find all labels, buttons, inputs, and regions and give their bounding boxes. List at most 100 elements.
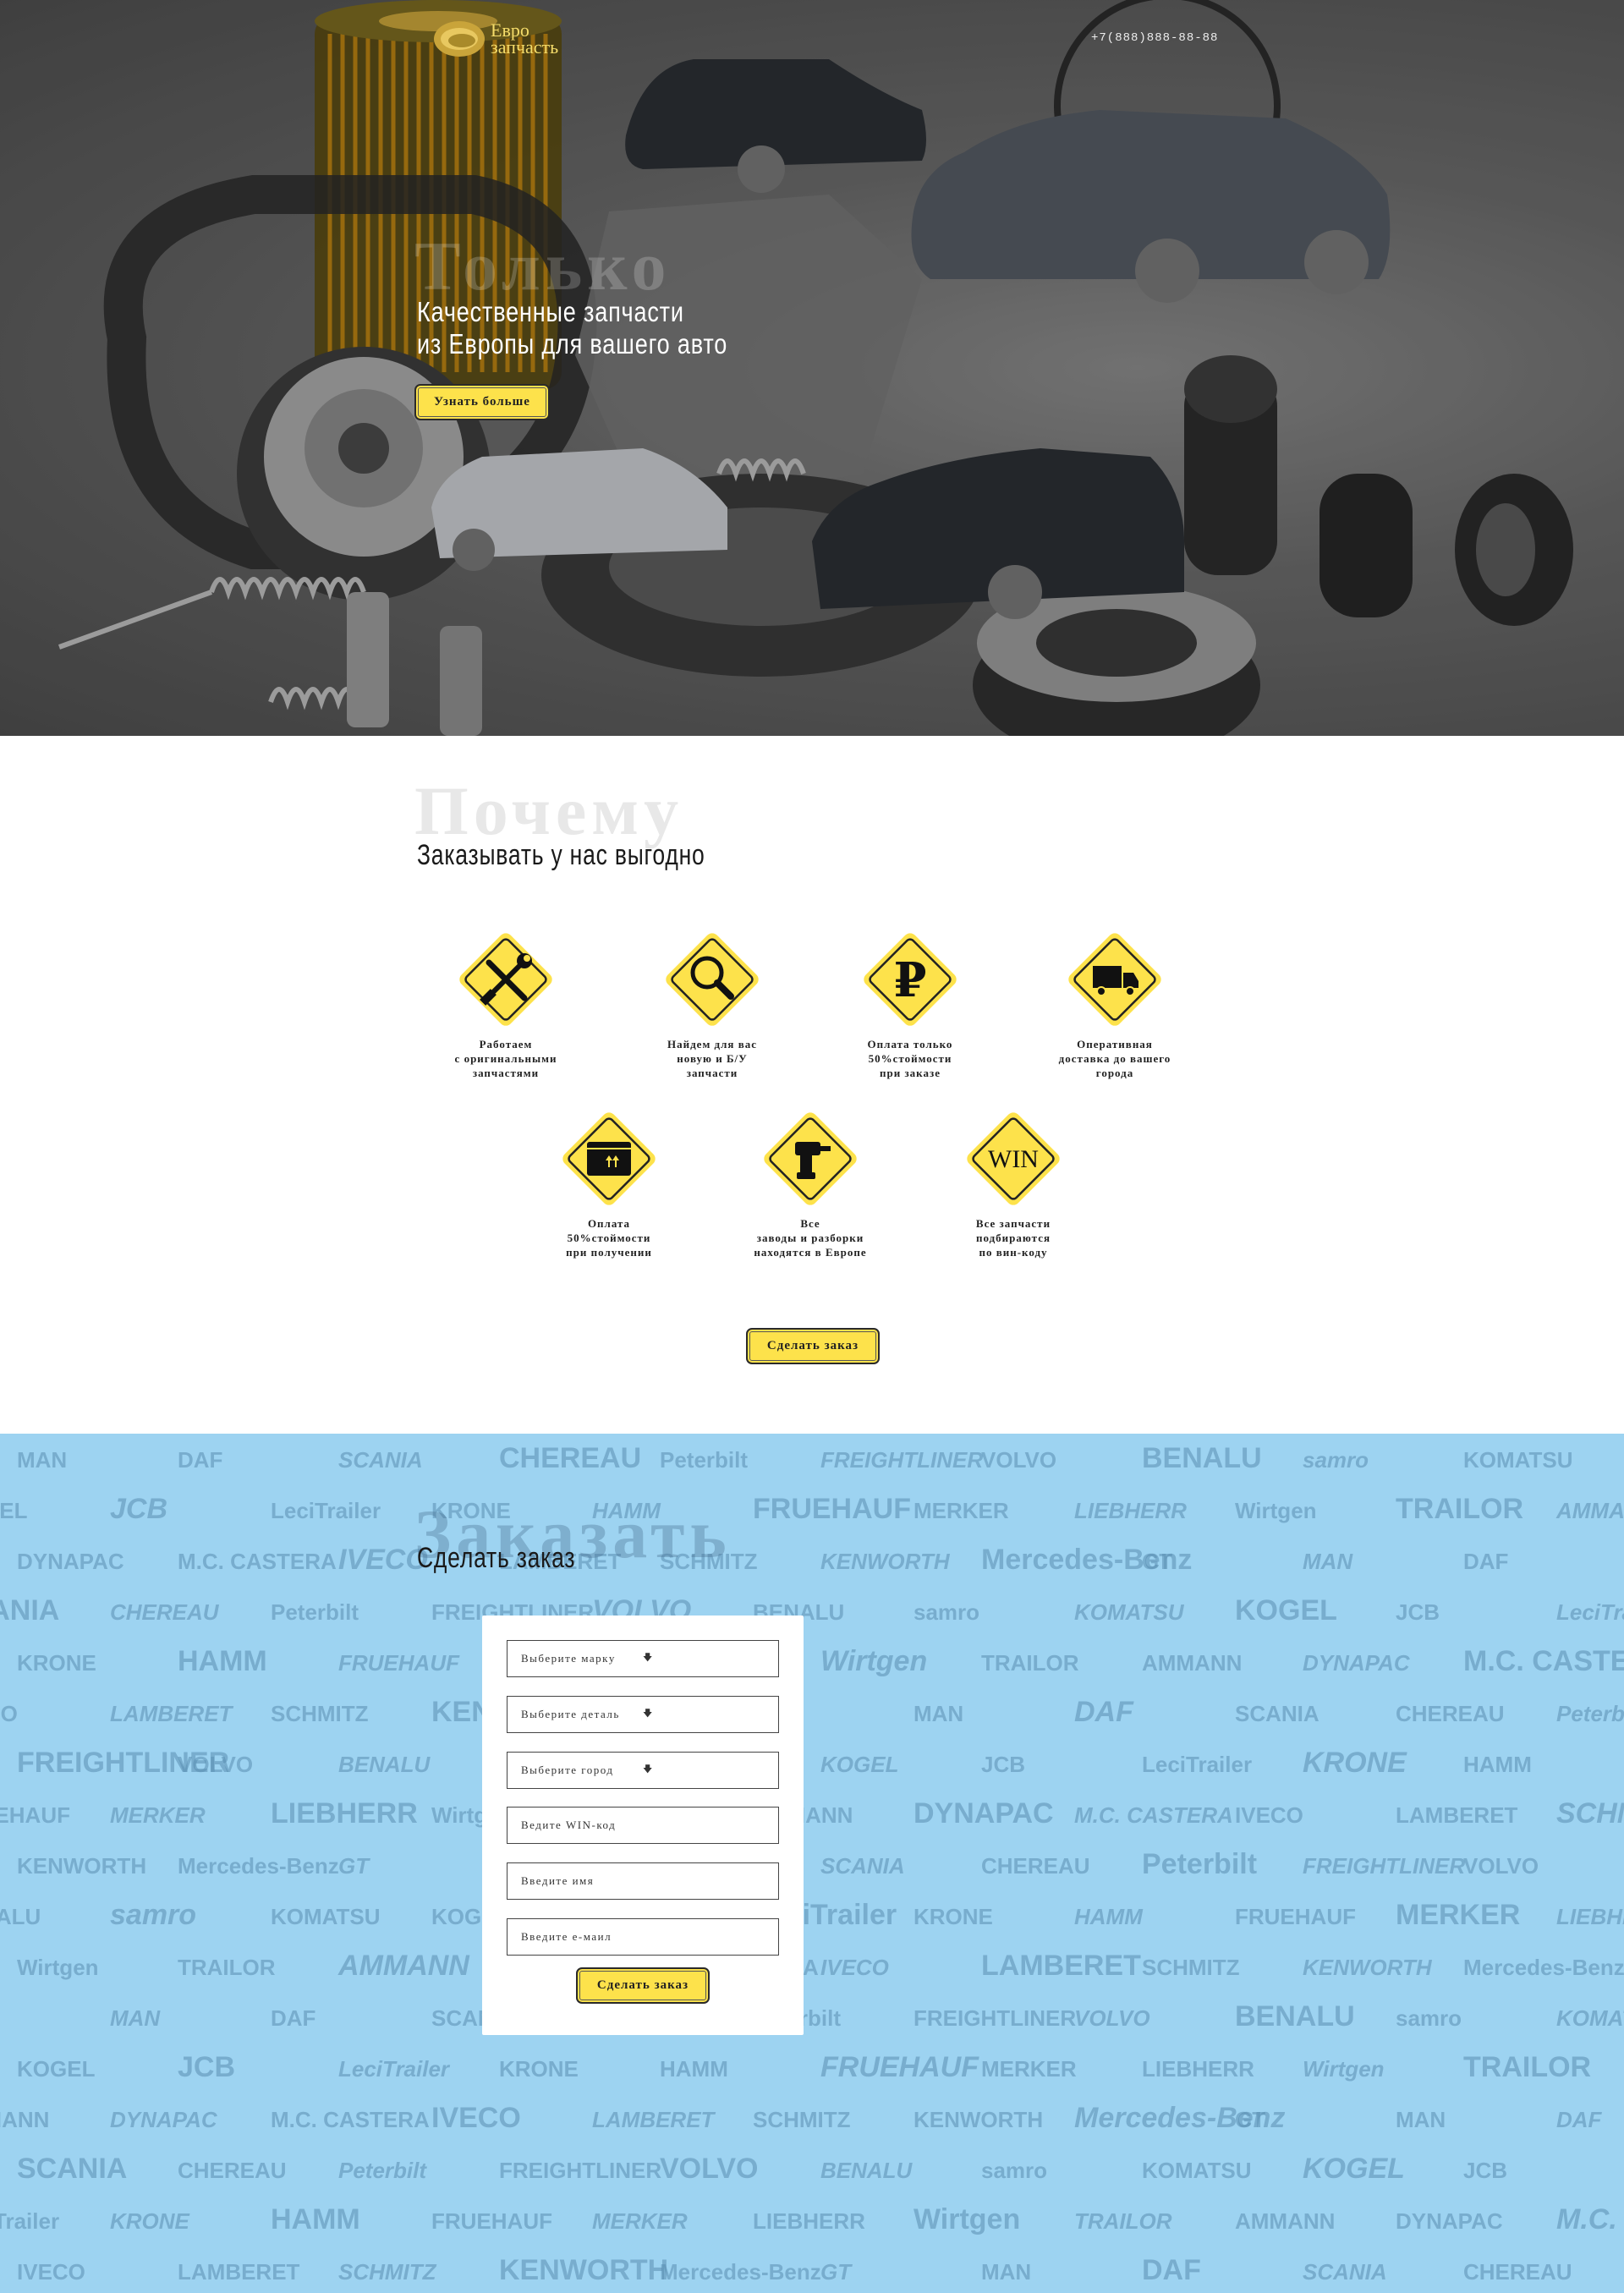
logo-text[interactable]: Евро запчасть xyxy=(491,21,559,58)
brand-logo: VOLVO xyxy=(1463,1853,1539,1879)
brand-logo: HAMM xyxy=(660,2056,728,2082)
brand-logo: MAN xyxy=(110,2005,161,2031)
ruble-icon: ₽ xyxy=(864,933,957,1026)
brand-logo: LeciTrailer xyxy=(0,2208,59,2234)
order-form: Выберите марку 🡇 Выберите деталь 🡇 Выбер… xyxy=(482,1616,804,2035)
brand-logo: SCANIA xyxy=(338,1447,423,1473)
part-select[interactable]: Выберите деталь 🡇 xyxy=(507,1696,779,1733)
brand-logo: CHEREAU xyxy=(1463,2259,1572,2285)
brand-logo: HAMM xyxy=(1463,1752,1532,1777)
brand-logo: DAF xyxy=(1074,1696,1134,1728)
drill-icon xyxy=(764,1112,857,1205)
brand-logo: TRAILOR xyxy=(1463,2051,1591,2083)
brand-logo: BENALU xyxy=(0,1904,41,1929)
tools-icon xyxy=(459,933,552,1026)
brand-logo: KOMATSU xyxy=(271,1904,381,1929)
feature-item: Работаем с оригинальными запчастями xyxy=(430,920,582,1080)
brand-logo: LAMBERET xyxy=(110,1701,234,1726)
brand-select[interactable]: Выберите марку 🡇 xyxy=(507,1640,779,1677)
brand-logo: Peterbilt xyxy=(1142,1848,1257,1880)
hero-section: Евро запчасть +7(888)888-88-88 Только Ка… xyxy=(0,0,1624,736)
city-select[interactable]: Выберите город 🡇 xyxy=(507,1752,779,1789)
make-order-button[interactable]: Сделать заказ xyxy=(746,1328,880,1364)
brand-logo: KENWORTH xyxy=(1303,1955,1433,1980)
brand-logo: LAMBERET xyxy=(178,2259,300,2285)
truck-icon xyxy=(1068,933,1161,1026)
win-icon: WIN xyxy=(967,1112,1060,1205)
brand-logo: LeciTrailer xyxy=(1556,1599,1624,1625)
phone-number[interactable]: +7(888)888-88-88 xyxy=(1091,31,1218,45)
brand-logo: HAMM xyxy=(271,2203,360,2235)
brand-logo: Wirtgen xyxy=(17,1955,99,1980)
brand-logo: SCANIA xyxy=(0,1594,59,1626)
brand-logo: M.C. CASTERA xyxy=(1556,2203,1624,2235)
arrow-down-icon: 🡇 xyxy=(643,1653,654,1663)
brand-logo: LeciTrailer xyxy=(338,2056,451,2082)
feature-caption: Оперативная доставка до вашего города xyxy=(1058,1038,1171,1079)
brand-logo: IVECO xyxy=(1235,1802,1303,1828)
brand-logo: KENWORTH xyxy=(914,2107,1043,2132)
brand-logo: Wirtgen xyxy=(1235,1498,1317,1523)
feature-item: Найдем для вас новую и Б/У запчасти xyxy=(636,920,788,1080)
brand-logo: AMMANN xyxy=(0,2107,49,2132)
brand-logo: SCHMITZ xyxy=(1142,1955,1240,1980)
feature-caption: Найдем для вас новую и Б/У запчасти xyxy=(667,1038,757,1079)
brand-logo: SCANIA xyxy=(820,1853,905,1879)
hero-ghost-word: Только xyxy=(414,228,672,304)
brand-logo: AMMANN xyxy=(1235,2208,1335,2234)
brand-logo: KRONE xyxy=(110,2208,190,2234)
order-section: MAN DAF SCANIA CHEREAU Peterbilt FREIGHTLINER… xyxy=(0,1434,1624,2293)
feature-caption: Оплата только 50%стоймости при заказе xyxy=(867,1038,953,1079)
logo-line-2: запчасть xyxy=(491,36,559,58)
brand-logo: DYNAPAC xyxy=(1396,2208,1503,2234)
win-code-input[interactable] xyxy=(507,1807,779,1844)
brand-logo: KOGEL xyxy=(0,1498,28,1523)
brand-logo: LAMBERET xyxy=(592,2107,716,2132)
brand-logo: MAN xyxy=(17,1447,67,1473)
brand-logo: SCANIA xyxy=(1303,2259,1387,2285)
brand-logos-background: MAN DAF SCANIA CHEREAU Peterbilt FREIGHTLINER… xyxy=(0,1442,1624,2286)
brand-logo: AMMANN xyxy=(337,1950,470,1982)
brand-logo: MAN xyxy=(914,1701,963,1726)
brand-logo: samro xyxy=(914,1599,979,1625)
magnifier-icon xyxy=(666,933,759,1026)
brand-logo: FREIGHTLINER xyxy=(820,1447,983,1473)
brand-logo: samro xyxy=(981,2158,1047,2183)
name-input[interactable] xyxy=(507,1862,779,1900)
brand-logo: JCB xyxy=(1396,1599,1440,1625)
brand-logo: FRUEHAUF xyxy=(1235,1904,1356,1929)
brand-logo: MERKER xyxy=(110,1802,206,1828)
arrow-down-icon: 🡇 xyxy=(643,1709,654,1719)
brand-logo: Mercedes-Benz xyxy=(660,2259,821,2285)
brand-logo: MERKER xyxy=(914,1498,1009,1523)
page: Евро запчасть +7(888)888-88-88 Только Ка… xyxy=(0,0,1624,2293)
brand-logo: FRUEHAUF xyxy=(431,2208,552,2234)
hero-title-line-1: Качественные запчасти xyxy=(417,296,684,327)
brand-logo: Peterbilt xyxy=(271,1599,359,1625)
brand-logo: KOGEL xyxy=(17,2056,96,2082)
brand-logo: KOGEL xyxy=(820,1752,898,1777)
brand-logo: KOMATSU xyxy=(1074,1599,1185,1625)
brand-logo: FRUEHAUF xyxy=(820,2051,979,2083)
brand-logo: HAMM xyxy=(1074,1904,1144,1929)
brand-logo: VOLVO xyxy=(178,1752,253,1777)
brand-logo: IVECO xyxy=(0,1701,18,1726)
brand-logo: LeciTrailer xyxy=(271,1498,381,1523)
submit-order-button[interactable]: Сделать заказ xyxy=(576,1967,710,2004)
brand-logo: LAMBERET xyxy=(981,1950,1141,1982)
brand-logo: M.C. CASTERA xyxy=(1074,1802,1233,1828)
brand-logo: CHEREAU xyxy=(110,1599,220,1625)
brand-logo: FRUEHAUF xyxy=(0,1802,70,1828)
brand-select-value: Выберите марку xyxy=(521,1652,616,1665)
brand-logo: DAF xyxy=(1556,2107,1603,2132)
brand-logo: KRONE xyxy=(499,2056,579,2082)
email-input[interactable] xyxy=(507,1918,779,1956)
brand-logo: BENALU xyxy=(338,1752,431,1777)
brand-logo: LAMBERET xyxy=(1396,1802,1518,1828)
brand-logo: JCB xyxy=(110,1493,167,1525)
arrow-down-icon: 🡇 xyxy=(643,1764,654,1775)
learn-more-button[interactable]: Узнать больше xyxy=(414,384,550,420)
brand-logo: KENWORTH xyxy=(17,1853,146,1879)
brand-logo: TRAILOR xyxy=(178,1955,276,1980)
brand-logo: AMMANN xyxy=(1555,1498,1624,1523)
